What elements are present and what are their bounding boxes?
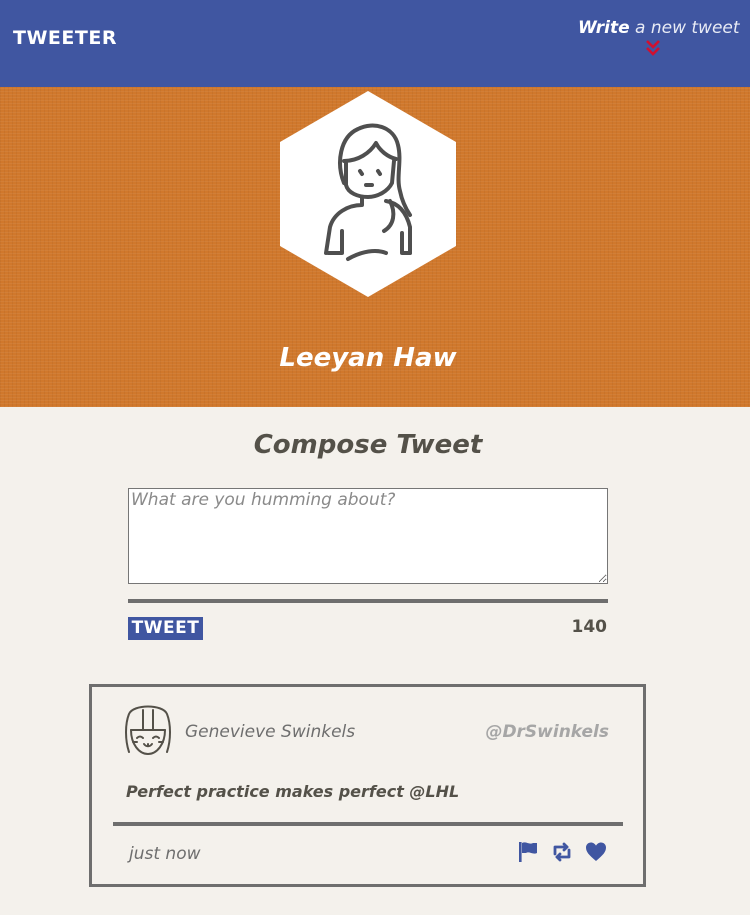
tweet-divider [113,822,623,826]
profile-name: Leeyan Haw [279,343,457,373]
top-nav: TWEETER Write a new tweet [0,0,750,87]
brand-logo[interactable]: TWEETER [13,27,117,49]
flag-icon[interactable] [518,841,538,868]
tweet-submit-button[interactable]: TWEET [128,617,203,640]
tweet-textarea[interactable] [128,488,608,584]
tweet-card: Genevieve Swinkels @DrSwinkels Perfect p… [89,684,646,887]
profile-header: Leeyan Haw [0,87,750,407]
compose-divider [128,599,608,603]
user-avatar-icon [125,705,171,755]
character-counter: 140 [571,617,608,637]
tweet-content: Perfect practice makes perfect @LHL [126,782,460,801]
new-tweet-label: a new tweet [635,18,740,38]
tweet-author-handle[interactable]: @DrSwinkels [485,722,609,742]
user-avatar-icon [280,91,456,297]
tweet-timestamp: just now [129,844,201,864]
retweet-icon[interactable] [551,841,573,868]
tweet-author-name: Genevieve Swinkels [185,722,356,742]
heart-icon[interactable] [585,841,607,868]
compose-title: Compose Tweet [253,430,483,460]
write-label: Write [578,18,630,38]
double-chevron-down-icon [646,40,660,56]
write-tweet-toggle[interactable]: Write a new tweet [578,18,740,57]
